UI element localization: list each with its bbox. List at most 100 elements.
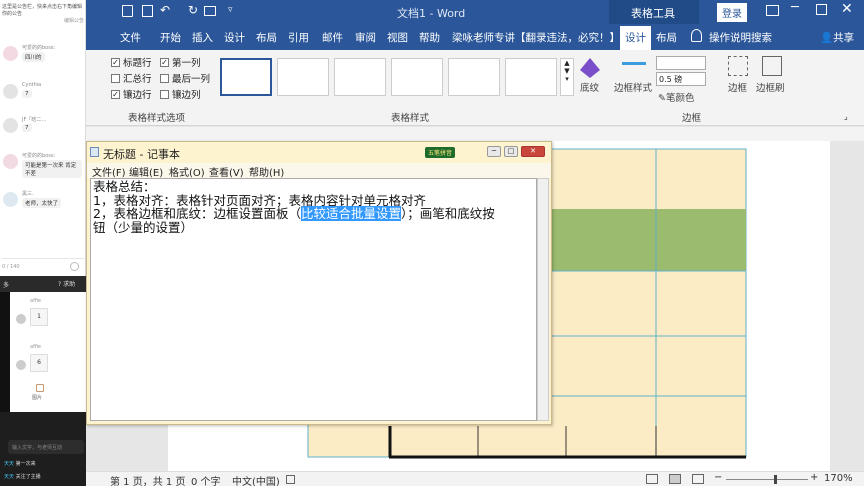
chat-message: Cynthia 7	[0, 82, 85, 106]
header-row-checkbox[interactable]: ✓ 标题行	[111, 55, 152, 69]
table-style[interactable]	[505, 58, 557, 96]
tab-layout[interactable]: 布局	[256, 30, 277, 45]
table-style-grid[interactable]	[220, 58, 272, 96]
save-icon[interactable]	[122, 5, 133, 17]
borders-icon[interactable]	[728, 56, 748, 76]
minimize-icon[interactable]: ─	[487, 146, 501, 157]
menu-edit[interactable]: 编辑(E)	[129, 164, 163, 179]
border-painter-icon[interactable]	[762, 56, 782, 76]
open-icon[interactable]	[204, 6, 216, 16]
redo-icon[interactable]: ↻	[188, 3, 198, 17]
paint-bucket-icon[interactable]	[580, 58, 600, 78]
zoom-slider[interactable]	[726, 479, 808, 480]
message-text: 老师，太快了	[22, 198, 62, 208]
line-style-dropdown[interactable]	[656, 56, 706, 70]
message-text: 可能是第一次来 肯定不差	[22, 160, 82, 178]
tab-design[interactable]: 设计	[224, 30, 245, 45]
zoom-thumb[interactable]	[774, 475, 777, 484]
text-input[interactable]: 输入文字，与老师互动	[8, 440, 84, 454]
shading-button[interactable]: 底纹	[580, 80, 599, 94]
tab-references[interactable]: 引用	[288, 30, 309, 45]
notepad-window: 无标题 - 记事本 五笔拼音 ─ □ ✕ 文件(F) 编辑(E) 格式(O) 查…	[86, 141, 552, 425]
table-style[interactable]	[391, 58, 443, 96]
page-count[interactable]: 第 1 页，共 1 页	[110, 473, 185, 486]
menu-view[interactable]: 查看(V)	[209, 164, 244, 179]
login-button[interactable]: 登录	[717, 3, 747, 22]
first-column-checkbox[interactable]: ✓ 第一列	[160, 55, 201, 69]
line-weight-dropdown[interactable]: 0.5 磅	[656, 72, 706, 86]
print-layout-icon[interactable]	[669, 474, 681, 484]
zoom-out-icon[interactable]: −	[714, 472, 722, 483]
tab-table-design[interactable]: 设计	[620, 26, 651, 50]
maximize-icon[interactable]	[816, 4, 827, 15]
tab-review[interactable]: 审阅	[355, 30, 376, 45]
banded-columns-checkbox[interactable]: 镶边列	[160, 87, 201, 101]
styles-scroll[interactable]: ▲ ▼ ▾	[560, 58, 574, 96]
sender-name: 可爱的的boss：	[22, 153, 59, 159]
checkbox-label: 标题行	[123, 58, 152, 69]
help-button[interactable]: ? 求助	[58, 279, 75, 288]
word-count[interactable]: 0 个字	[191, 473, 221, 486]
border-styles-button[interactable]: 边框样式	[614, 80, 652, 94]
print-preview-icon[interactable]	[142, 5, 153, 17]
chat-message: JF「晗二… 7	[0, 116, 85, 140]
maximize-icon[interactable]: □	[504, 146, 518, 157]
tab-custom[interactable]: 梁咏老师专讲【翻录违法，必究！】	[452, 30, 620, 45]
edit-announcement-link[interactable]: 编辑公告	[2, 18, 84, 25]
emoji-icon[interactable]	[70, 262, 79, 271]
tab-table-layout[interactable]: 布局	[656, 30, 677, 45]
menu-format[interactable]: 格式(O)	[169, 164, 205, 179]
menu-file[interactable]: 文件(F)	[92, 164, 126, 179]
image-icon[interactable]	[36, 384, 44, 392]
table-style[interactable]	[448, 58, 500, 96]
camera-strip	[0, 292, 10, 412]
tab-file[interactable]: 文件	[120, 30, 141, 45]
read-mode-icon[interactable]	[646, 474, 658, 484]
answer-value: 1	[30, 308, 48, 326]
tab-mailings[interactable]: 邮件	[322, 30, 343, 45]
char-counter: 0 / 140	[2, 264, 20, 270]
table-style[interactable]	[334, 58, 386, 96]
pen-color-button[interactable]: ✎笔颜色	[658, 90, 694, 104]
tab-home[interactable]: 开始	[160, 30, 181, 45]
text-segment: ）；画笔和底纹按	[400, 206, 495, 222]
avatar	[3, 84, 18, 99]
chat-input[interactable]: 0 / 140	[2, 258, 84, 274]
notepad-title-bar[interactable]: 无标题 - 记事本 五笔拼音 ─ □ ✕	[87, 142, 551, 163]
banded-rows-checkbox[interactable]: ✓ 镶边行	[111, 87, 152, 101]
share-button[interactable]: 👤共享	[820, 30, 854, 45]
undo-icon[interactable]: ↶	[160, 3, 170, 17]
table-style[interactable]	[277, 58, 329, 96]
tab-insert[interactable]: 插入	[192, 30, 213, 45]
macro-icon[interactable]	[286, 475, 295, 484]
avatar	[3, 118, 18, 133]
last-column-checkbox[interactable]: 最后一列	[160, 71, 210, 85]
zoom-in-icon[interactable]: +	[810, 472, 818, 483]
minimize-icon[interactable]: ─	[791, 0, 799, 15]
toolbar-label: 多	[3, 282, 10, 289]
borders-dialog-launcher-icon[interactable]: ⌟	[844, 112, 848, 121]
vertical-scrollbar[interactable]	[537, 178, 549, 421]
ime-indicator[interactable]: 五笔拼音	[425, 147, 456, 158]
menu-help[interactable]: 帮助(H)	[249, 164, 284, 179]
danmaku-line: 天天 第一次来	[4, 460, 36, 467]
border-painter-button[interactable]: 边框刷	[756, 80, 785, 94]
question-icon: ?	[58, 281, 62, 288]
avatar	[3, 192, 18, 207]
close-icon[interactable]: ✕	[521, 146, 545, 157]
ribbon-display-icon[interactable]	[766, 5, 779, 16]
tab-help[interactable]: 帮助	[419, 30, 440, 45]
borders-button[interactable]: 边框	[728, 80, 747, 94]
customize-qat-icon[interactable]: ▿	[228, 5, 233, 15]
close-icon[interactable]: ✕	[841, 1, 853, 17]
border-style-swatch[interactable]	[622, 62, 646, 65]
avatar	[3, 46, 18, 61]
group-label: 表格样式	[391, 113, 430, 124]
tell-me-search[interactable]: 操作说明搜索	[709, 30, 772, 45]
total-row-checkbox[interactable]: 汇总行	[111, 71, 152, 85]
notepad-text-area[interactable]: 表格总结： 1，表格对齐：表格针对页面对齐；表格内容针对单元格对齐 2，表格边框…	[90, 178, 537, 421]
zoom-level[interactable]: 170%	[824, 473, 853, 484]
web-layout-icon[interactable]	[692, 474, 704, 484]
language-indicator[interactable]: 中文(中国)	[232, 473, 280, 486]
tab-view[interactable]: 视图	[387, 30, 408, 45]
